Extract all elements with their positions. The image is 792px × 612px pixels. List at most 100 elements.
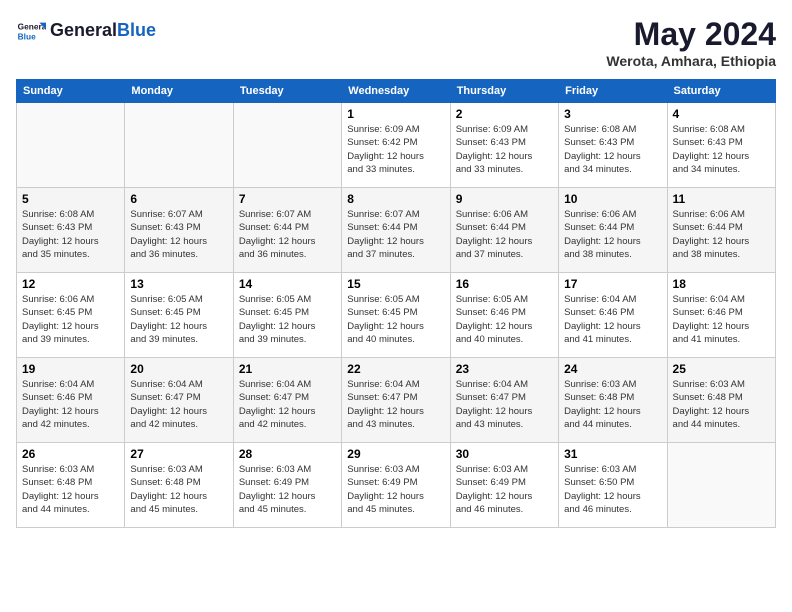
day-number: 8 — [347, 192, 444, 206]
calendar-cell: 10 Sunrise: 6:06 AM Sunset: 6:44 PM Dayli… — [559, 188, 667, 273]
calendar-cell: 7Sunrise: 6:07 AM Sunset: 6:44 PM Daylig… — [233, 188, 341, 273]
calendar-cell: 9 Sunrise: 6:06 AM Sunset: 6:44 PM Daylig… — [450, 188, 558, 273]
day-info: Sunrise: 6:06 AM Sunset: 6:44 PM Dayligh… — [456, 208, 553, 261]
calendar-cell: 25 Sunrise: 6:03 AM Sunset: 6:48 PM Dayli… — [667, 358, 775, 443]
calendar-cell: 27 Sunrise: 6:03 AM Sunset: 6:48 PM Dayli… — [125, 443, 233, 528]
day-info: Sunrise: 6:05 AM Sunset: 6:45 PM Dayligh… — [130, 293, 227, 346]
day-number: 14 — [239, 277, 336, 291]
day-number: 4 — [673, 107, 770, 121]
day-number: 31 — [564, 447, 661, 461]
day-info: Sunrise: 6:03 AM Sunset: 6:50 PM Dayligh… — [564, 463, 661, 516]
day-number: 11 — [673, 192, 770, 206]
calendar-cell: 20 Sunrise: 6:04 AM Sunset: 6:47 PM Dayli… — [125, 358, 233, 443]
day-info: Sunrise: 6:07 AM Sunset: 6:44 PM Dayligh… — [239, 208, 336, 261]
day-info: Sunrise: 6:03 AM Sunset: 6:49 PM Dayligh… — [456, 463, 553, 516]
day-info: Sunrise: 6:06 AM Sunset: 6:44 PM Dayligh… — [673, 208, 770, 261]
day-info: Sunrise: 6:04 AM Sunset: 6:46 PM Dayligh… — [673, 293, 770, 346]
day-info: Sunrise: 6:08 AM Sunset: 6:43 PM Dayligh… — [564, 123, 661, 176]
day-number: 29 — [347, 447, 444, 461]
calendar-cell: 21Sunrise: 6:04 AM Sunset: 6:47 PM Dayli… — [233, 358, 341, 443]
day-number: 9 — [456, 192, 553, 206]
day-info: Sunrise: 6:06 AM Sunset: 6:44 PM Dayligh… — [564, 208, 661, 261]
day-info: Sunrise: 6:05 AM Sunset: 6:45 PM Dayligh… — [239, 293, 336, 346]
calendar-cell: 1 Sunrise: 6:09 AM Sunset: 6:42 PM Daylig… — [342, 103, 450, 188]
calendar-cell: 15Sunrise: 6:05 AM Sunset: 6:45 PM Dayli… — [342, 273, 450, 358]
day-header-monday: Monday — [125, 80, 233, 103]
day-info: Sunrise: 6:03 AM Sunset: 6:48 PM Dayligh… — [673, 378, 770, 431]
calendar-header: SundayMondayTuesdayWednesdayThursdayFrid… — [17, 80, 776, 103]
day-number: 19 — [22, 362, 119, 376]
day-info: Sunrise: 6:03 AM Sunset: 6:49 PM Dayligh… — [239, 463, 336, 516]
day-info: Sunrise: 6:09 AM Sunset: 6:43 PM Dayligh… — [456, 123, 553, 176]
day-number: 10 — [564, 192, 661, 206]
days-of-week-row: SundayMondayTuesdayWednesdayThursdayFrid… — [17, 80, 776, 103]
day-number: 3 — [564, 107, 661, 121]
calendar-cell: 2Sunrise: 6:09 AM Sunset: 6:43 PM Daylig… — [450, 103, 558, 188]
calendar-cell: 31 Sunrise: 6:03 AM Sunset: 6:50 PM Dayli… — [559, 443, 667, 528]
month-title: May 2024 — [606, 16, 776, 53]
page-header: General Blue GeneralBlue May 2024 Werota… — [16, 16, 776, 69]
calendar-cell: 13Sunrise: 6:05 AM Sunset: 6:45 PM Dayli… — [125, 273, 233, 358]
day-number: 24 — [564, 362, 661, 376]
day-info: Sunrise: 6:05 AM Sunset: 6:46 PM Dayligh… — [456, 293, 553, 346]
location-subtitle: Werota, Amhara, Ethiopia — [606, 53, 776, 69]
calendar-cell: 23 Sunrise: 6:04 AM Sunset: 6:47 PM Dayli… — [450, 358, 558, 443]
day-number: 27 — [130, 447, 227, 461]
day-info: Sunrise: 6:07 AM Sunset: 6:44 PM Dayligh… — [347, 208, 444, 261]
day-header-sunday: Sunday — [17, 80, 125, 103]
day-number: 21 — [239, 362, 336, 376]
calendar-cell: 6 Sunrise: 6:07 AM Sunset: 6:43 PM Daylig… — [125, 188, 233, 273]
week-row-4: 19Sunrise: 6:04 AM Sunset: 6:46 PM Dayli… — [17, 358, 776, 443]
day-info: Sunrise: 6:07 AM Sunset: 6:43 PM Dayligh… — [130, 208, 227, 261]
day-info: Sunrise: 6:04 AM Sunset: 6:47 PM Dayligh… — [347, 378, 444, 431]
calendar-cell: 4 Sunrise: 6:08 AM Sunset: 6:43 PM Daylig… — [667, 103, 775, 188]
logo-name: GeneralBlue — [50, 21, 156, 41]
day-header-thursday: Thursday — [450, 80, 558, 103]
day-info: Sunrise: 6:04 AM Sunset: 6:47 PM Dayligh… — [456, 378, 553, 431]
day-number: 30 — [456, 447, 553, 461]
day-number: 20 — [130, 362, 227, 376]
day-info: Sunrise: 6:08 AM Sunset: 6:43 PM Dayligh… — [673, 123, 770, 176]
day-number: 28 — [239, 447, 336, 461]
calendar-cell — [667, 443, 775, 528]
calendar-cell: 11 Sunrise: 6:06 AM Sunset: 6:44 PM Dayli… — [667, 188, 775, 273]
calendar-cell: 16Sunrise: 6:05 AM Sunset: 6:46 PM Dayli… — [450, 273, 558, 358]
calendar-cell — [125, 103, 233, 188]
day-info: Sunrise: 6:09 AM Sunset: 6:42 PM Dayligh… — [347, 123, 444, 176]
svg-text:Blue: Blue — [18, 31, 36, 41]
calendar-cell: 3 Sunrise: 6:08 AM Sunset: 6:43 PM Daylig… — [559, 103, 667, 188]
day-info: Sunrise: 6:05 AM Sunset: 6:45 PM Dayligh… — [347, 293, 444, 346]
day-number: 18 — [673, 277, 770, 291]
week-row-1: 1 Sunrise: 6:09 AM Sunset: 6:42 PM Daylig… — [17, 103, 776, 188]
day-info: Sunrise: 6:03 AM Sunset: 6:48 PM Dayligh… — [564, 378, 661, 431]
day-info: Sunrise: 6:03 AM Sunset: 6:48 PM Dayligh… — [130, 463, 227, 516]
calendar-body: 1 Sunrise: 6:09 AM Sunset: 6:42 PM Daylig… — [17, 103, 776, 528]
calendar-cell: 19Sunrise: 6:04 AM Sunset: 6:46 PM Dayli… — [17, 358, 125, 443]
calendar-table: SundayMondayTuesdayWednesdayThursdayFrid… — [16, 79, 776, 528]
logo: General Blue GeneralBlue — [16, 16, 156, 46]
calendar-cell: 30 Sunrise: 6:03 AM Sunset: 6:49 PM Dayli… — [450, 443, 558, 528]
day-info: Sunrise: 6:04 AM Sunset: 6:47 PM Dayligh… — [130, 378, 227, 431]
week-row-5: 26Sunrise: 6:03 AM Sunset: 6:48 PM Dayli… — [17, 443, 776, 528]
calendar-cell — [17, 103, 125, 188]
title-block: May 2024 Werota, Amhara, Ethiopia — [606, 16, 776, 69]
calendar-cell — [233, 103, 341, 188]
day-number: 1 — [347, 107, 444, 121]
day-number: 23 — [456, 362, 553, 376]
week-row-3: 12Sunrise: 6:06 AM Sunset: 6:45 PM Dayli… — [17, 273, 776, 358]
day-header-wednesday: Wednesday — [342, 80, 450, 103]
calendar-cell: 24 Sunrise: 6:03 AM Sunset: 6:48 PM Dayli… — [559, 358, 667, 443]
day-number: 5 — [22, 192, 119, 206]
calendar-cell: 18 Sunrise: 6:04 AM Sunset: 6:46 PM Dayli… — [667, 273, 775, 358]
calendar-cell: 14 Sunrise: 6:05 AM Sunset: 6:45 PM Dayli… — [233, 273, 341, 358]
calendar-cell: 28 Sunrise: 6:03 AM Sunset: 6:49 PM Dayli… — [233, 443, 341, 528]
day-header-tuesday: Tuesday — [233, 80, 341, 103]
day-number: 6 — [130, 192, 227, 206]
day-header-friday: Friday — [559, 80, 667, 103]
day-header-saturday: Saturday — [667, 80, 775, 103]
day-info: Sunrise: 6:03 AM Sunset: 6:49 PM Dayligh… — [347, 463, 444, 516]
logo-icon: General Blue — [16, 16, 46, 46]
day-number: 25 — [673, 362, 770, 376]
day-number: 22 — [347, 362, 444, 376]
calendar-cell: 22 Sunrise: 6:04 AM Sunset: 6:47 PM Dayli… — [342, 358, 450, 443]
